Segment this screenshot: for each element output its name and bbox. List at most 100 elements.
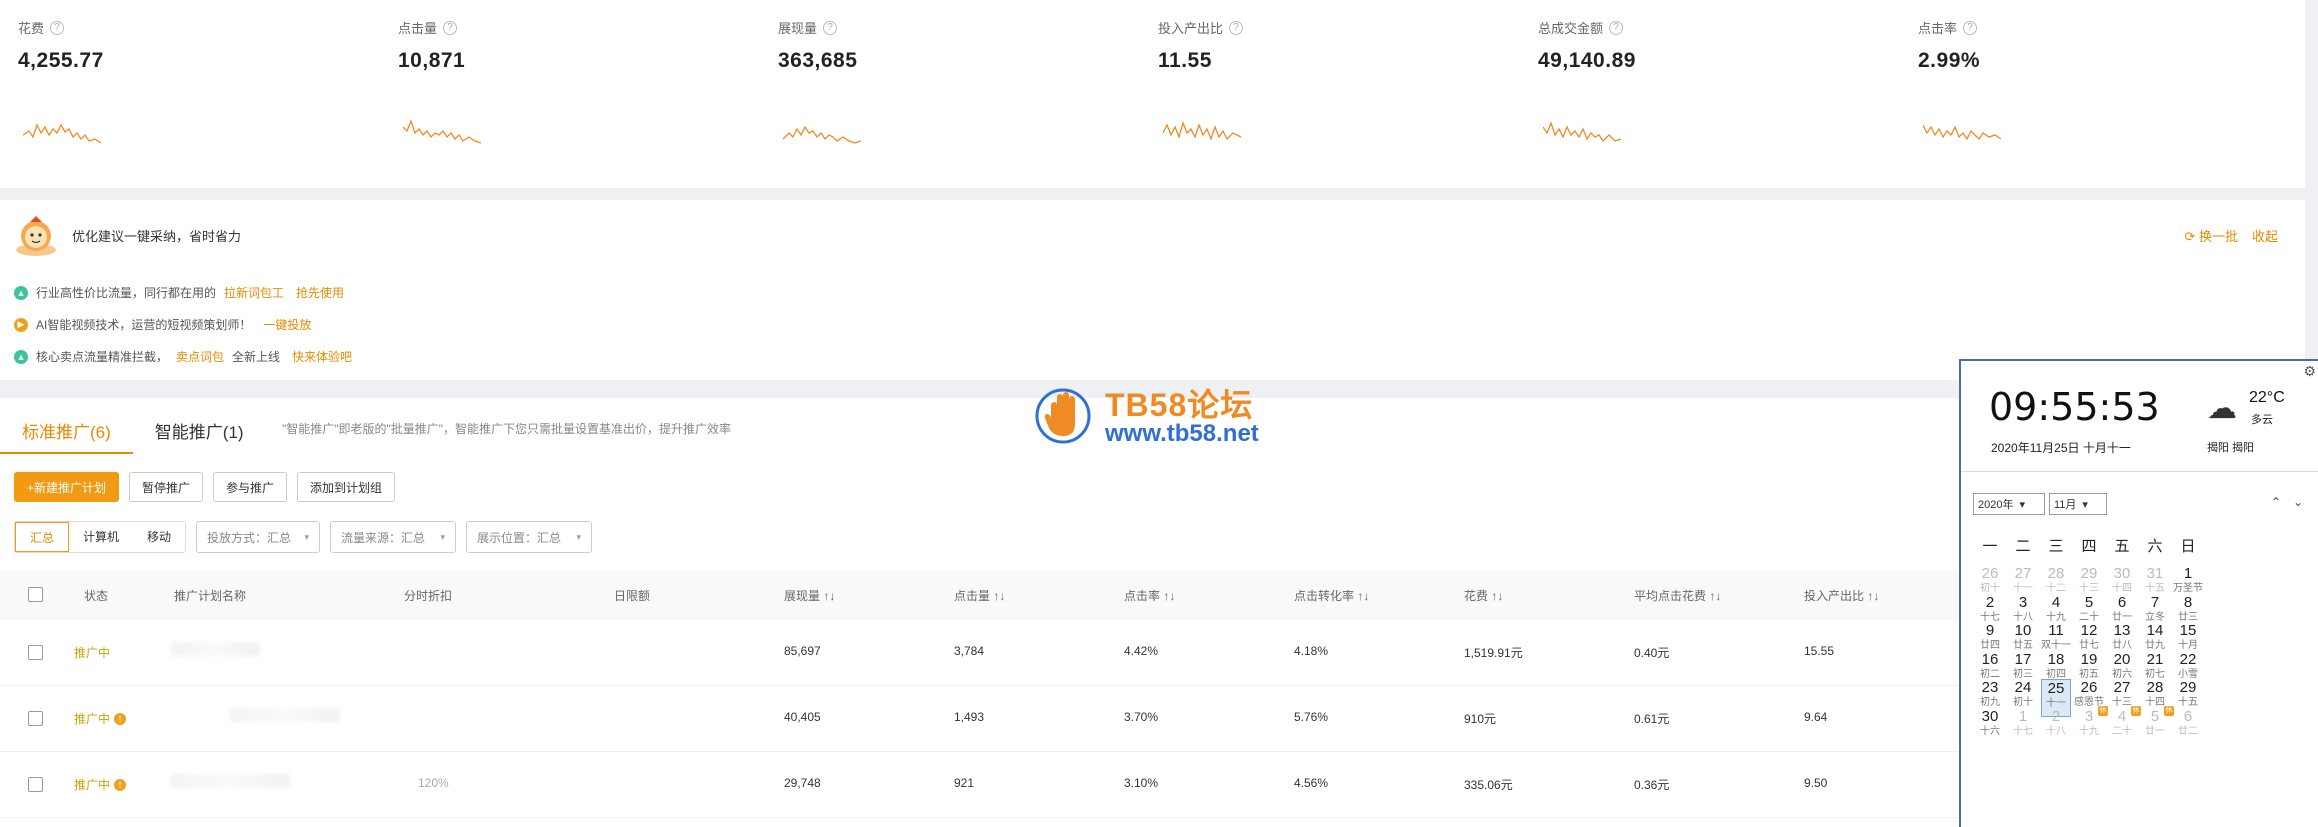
- segment-mobile[interactable]: 移动: [133, 522, 185, 552]
- metric-label: 点击率: [1918, 21, 1958, 36]
- calendar-day[interactable]: 5 廿一休: [2140, 705, 2174, 746]
- join-button[interactable]: 参与推广: [213, 472, 288, 502]
- metric-value: 363,685: [778, 49, 858, 72]
- cell-ctr: 3.10%: [1124, 776, 1159, 790]
- day-lunar-label: 十六: [1980, 725, 2000, 737]
- device-segment: 汇总 计算机 移动: [14, 521, 187, 553]
- sort-icon: ↑↓: [1357, 589, 1370, 603]
- chevron-up-icon[interactable]: ⌃: [2271, 495, 2281, 509]
- header-ctr[interactable]: 点击率 ↑↓: [1124, 587, 1175, 604]
- sparkline: [783, 125, 862, 144]
- calendar-day[interactable]: 1 十七: [2008, 708, 2038, 746]
- row-checkbox[interactable]: [28, 645, 43, 660]
- segment-pc[interactable]: 计算机: [69, 522, 133, 552]
- sort-icon: ↑↓: [823, 589, 836, 603]
- cell-cpc: 0.40元: [1634, 646, 1670, 660]
- table-row[interactable]: 推广中 85,697 3,784 4.42% 4.18% 1,519.91元 0…: [0, 620, 1960, 686]
- year-select[interactable]: 2020年 ▾: [1973, 493, 2045, 515]
- tab-hint: "智能推广"即老版的"批量推广"，智能推广下您只需批量设置基准出价，提升推广效率: [282, 422, 732, 436]
- status-label: 推广中: [74, 712, 111, 726]
- cell-discount: 120%: [418, 776, 449, 790]
- add-group-button[interactable]: 添加到计划组: [297, 472, 396, 502]
- segment-all[interactable]: 汇总: [15, 522, 70, 552]
- tip-text-post: 全新上线: [232, 350, 281, 364]
- target-icon: ▲: [14, 349, 28, 364]
- row-checkbox[interactable]: [28, 777, 43, 792]
- refresh-button[interactable]: ⟳ 换一批: [2184, 226, 2238, 245]
- calendar-day[interactable]: 30 十六: [1975, 708, 2005, 746]
- divider: [1961, 471, 2318, 472]
- help-icon[interactable]: ?: [50, 20, 65, 35]
- new-plan-button[interactable]: +新建推广计划: [14, 472, 120, 502]
- info-icon[interactable]: !: [114, 778, 127, 791]
- tip-link[interactable]: 快来体验吧: [292, 348, 352, 365]
- day-number: 2: [2051, 707, 2061, 725]
- cell-cvr: 4.18%: [1294, 644, 1329, 658]
- table-row[interactable]: 推广中! 40,405 1,493 3.70% 5.76% 910元 0.61元…: [0, 686, 1960, 752]
- metric-gmv: 总成交金额? 49,140.89: [1538, 18, 1898, 143]
- chevron-down-icon[interactable]: ⌄: [2293, 495, 2303, 509]
- position-select[interactable]: 展示位置：汇总 ▾: [466, 521, 593, 553]
- calendar-day[interactable]: 3 十九休: [2074, 705, 2108, 746]
- status-label: 推广中: [74, 778, 111, 792]
- help-icon[interactable]: ?: [1963, 20, 1978, 35]
- cell-roi: 15.55: [1804, 644, 1835, 658]
- refresh-icon: ⟳: [2184, 229, 2199, 244]
- header-clicks[interactable]: 点击量 ↑↓: [954, 587, 1005, 604]
- weekday-header: 日: [2180, 538, 2196, 555]
- sparkline: [1543, 121, 1622, 143]
- day-lunar-label: 十九: [2079, 725, 2099, 737]
- header-cvr[interactable]: 点击转化率 ↑↓: [1294, 587, 1369, 604]
- clock-time: 09:55:53: [1989, 385, 2160, 429]
- tab-standard[interactable]: 标准推广(6): [0, 416, 133, 454]
- calendar-day[interactable]: 4 二十休: [2107, 705, 2141, 746]
- year-select-label: 2020年: [1978, 499, 2014, 511]
- video-icon: ▶: [14, 317, 28, 332]
- row-checkbox[interactable]: [28, 711, 43, 726]
- pause-button[interactable]: 暂停推广: [129, 472, 204, 502]
- help-icon[interactable]: ?: [443, 20, 458, 35]
- invest-select[interactable]: 投放方式：汇总 ▾: [196, 521, 321, 553]
- tip-link[interactable]: 一键投放: [263, 316, 311, 333]
- header-status[interactable]: 状态: [84, 587, 108, 604]
- day-number: 1: [2183, 565, 2193, 582]
- info-icon[interactable]: !: [114, 712, 127, 725]
- status-label: 推广中: [74, 646, 111, 660]
- tip-link[interactable]: 抢先使用: [296, 284, 344, 301]
- header-cpc[interactable]: 平均点击花费 ↑↓: [1634, 587, 1721, 604]
- day-number: 14: [2146, 622, 2164, 639]
- header-roi[interactable]: 投入产出比 ↑↓: [1804, 587, 1879, 604]
- gear-icon[interactable]: ⚙: [2303, 363, 2316, 380]
- metric-ctr: 点击率? 2.99%: [1918, 18, 2278, 141]
- source-select[interactable]: 流量来源：汇总 ▾: [330, 521, 457, 553]
- help-icon[interactable]: ?: [823, 20, 838, 35]
- temperature: 22°C: [2249, 389, 2285, 406]
- chevron-down-icon: ▾: [440, 531, 446, 542]
- header-impressions[interactable]: 展现量 ↑↓: [784, 587, 835, 604]
- day-number: 30: [1981, 707, 1999, 725]
- month-select[interactable]: 11月 ▾: [2049, 493, 2107, 515]
- cell-cvr: 5.76%: [1294, 710, 1329, 724]
- select-all-checkbox[interactable]: [28, 587, 43, 602]
- sparkline: [1163, 120, 1242, 141]
- month-select-label: 11月: [2054, 499, 2077, 511]
- weekday-header: 二: [2015, 538, 2031, 555]
- weekday-header: 六: [2147, 538, 2163, 555]
- forum-watermark: TB58论坛 www.tb58.net: [1035, 378, 1295, 458]
- metric-label: 展现量: [778, 21, 818, 36]
- day-number: 5: [2084, 593, 2094, 611]
- day-number: 18: [2047, 650, 2065, 668]
- calendar-day[interactable]: 6 廿二: [2173, 708, 2203, 746]
- table-row[interactable]: 推广中! 120% 29,748 921 3.10% 4.56% 335.06元…: [0, 752, 1960, 818]
- header-label: 点击率: [1124, 589, 1161, 603]
- table-header: 状态 推广计划名称 分时折扣 日限额 展现量 ↑↓ 点击量 ↑↓ 点击率 ↑↓ …: [0, 570, 1960, 620]
- calendar-day[interactable]: 2 十八: [2041, 708, 2071, 746]
- day-number: 27: [2113, 679, 2131, 696]
- help-icon[interactable]: ?: [1609, 20, 1624, 35]
- day-number: 2: [1985, 593, 1995, 611]
- tab-smart[interactable]: 智能推广(1): [133, 416, 266, 454]
- collapse-button[interactable]: 收起: [2252, 226, 2278, 245]
- help-icon[interactable]: ?: [1229, 20, 1244, 35]
- header-cost[interactable]: 花费 ↑↓: [1464, 587, 1503, 604]
- tip-highlight: 卖点词包: [176, 350, 225, 364]
